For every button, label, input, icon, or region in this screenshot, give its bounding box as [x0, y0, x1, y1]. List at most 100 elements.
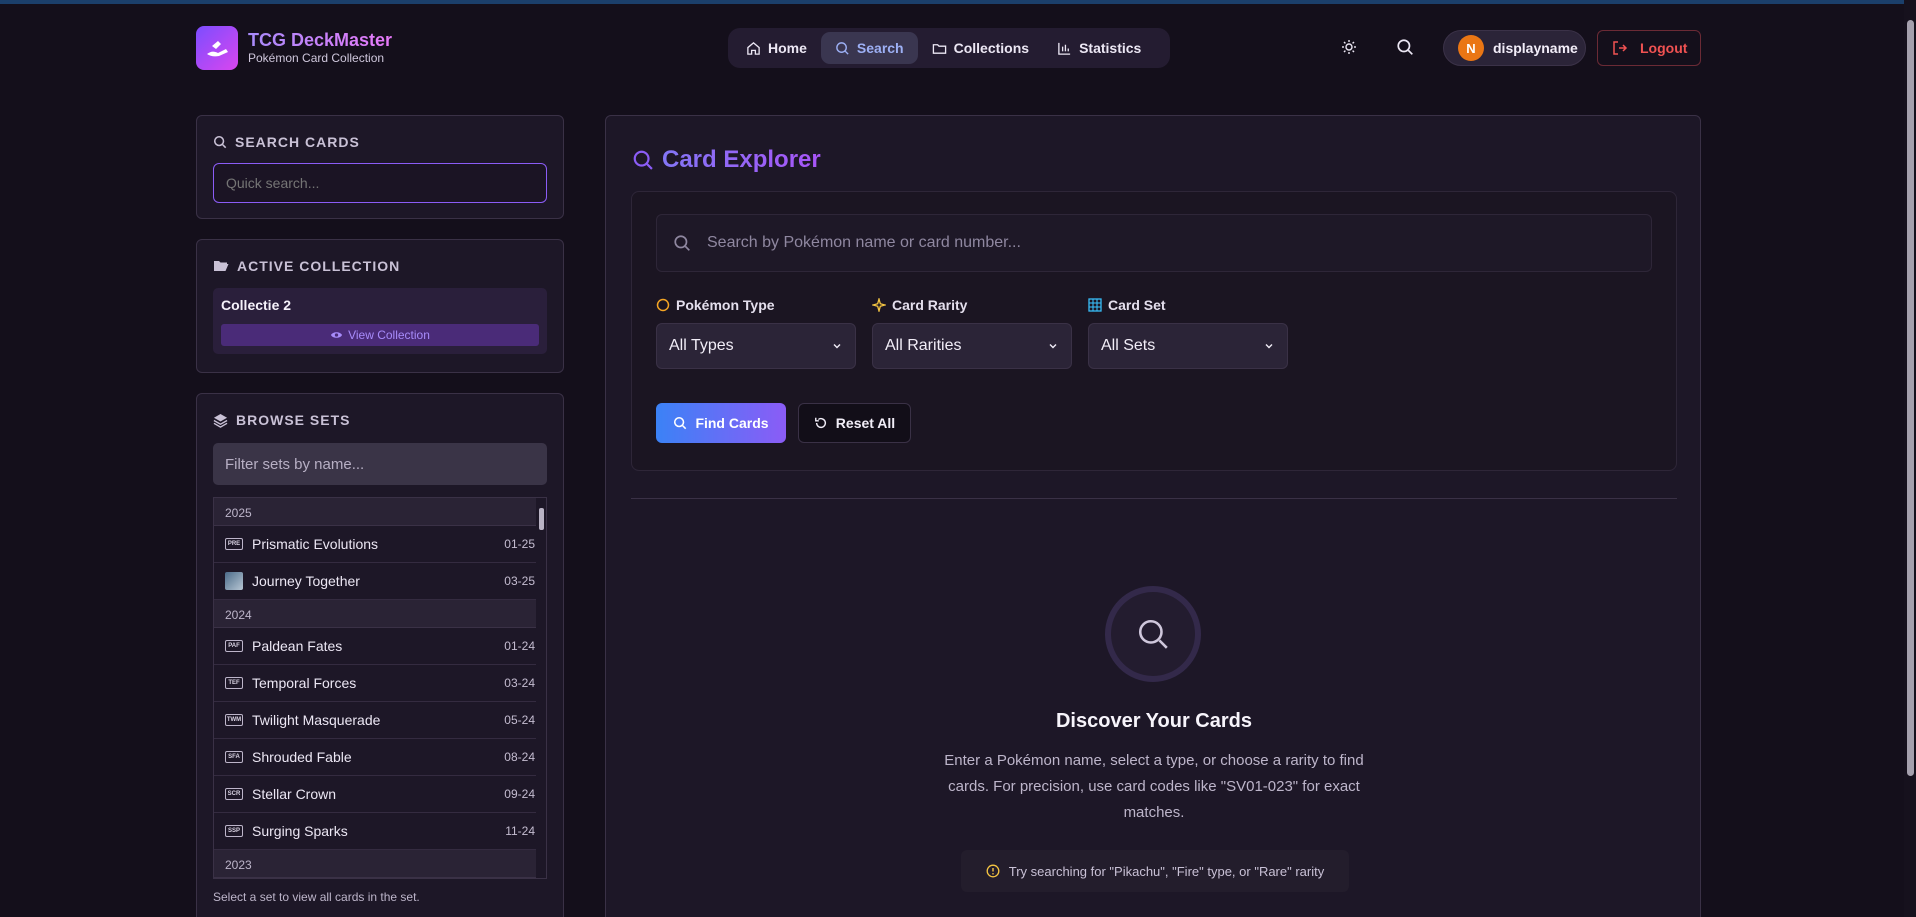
- nav-collections[interactable]: Collections: [918, 32, 1043, 64]
- set-filter-label-text: Card Set: [1108, 297, 1166, 313]
- set-name: Paldean Fates: [252, 638, 343, 654]
- chevron-down-icon: [1049, 344, 1057, 349]
- type-select-value: All Types: [669, 337, 734, 354]
- top-accent-line: [0, 0, 1916, 4]
- logout-icon: [1613, 41, 1628, 55]
- set-year-header: 2024: [214, 600, 546, 628]
- empty-state-icon: [1105, 586, 1201, 682]
- set-date: 08-24: [504, 750, 535, 764]
- search-tip: Try searching for "Pikachu", "Fire" type…: [961, 850, 1349, 892]
- set-select[interactable]: All Sets: [1088, 323, 1288, 369]
- search-cards-panel: SEARCH CARDS: [196, 115, 564, 219]
- set-date: 09-24: [504, 787, 535, 801]
- set-date: 11-24: [505, 824, 535, 838]
- set-item-temporal-forces[interactable]: TEF Temporal Forces 03-24: [214, 665, 546, 702]
- set-date: 03-25: [504, 574, 535, 588]
- set-filter-label: Card Set: [1088, 297, 1288, 313]
- set-item-journey-together[interactable]: Journey Together 03-25: [214, 563, 546, 600]
- page-scrollbar[interactable]: [1904, 0, 1916, 917]
- alert-circle-icon: [986, 864, 1000, 878]
- set-name: Temporal Forces: [252, 675, 357, 691]
- search-tip-text: Try searching for "Pikachu", "Fire" type…: [1008, 863, 1325, 879]
- type-filter-label-text: Pokémon Type: [676, 297, 775, 313]
- set-item-shrouded-fable[interactable]: SFA Shrouded Fable 08-24: [214, 739, 546, 776]
- filter-sets-input[interactable]: Filter sets by name...: [213, 443, 547, 485]
- set-year-header: 2025: [214, 498, 546, 526]
- set-name: Journey Together: [252, 573, 360, 589]
- set-symbol-icon: PRE: [225, 538, 243, 550]
- bar-chart-icon: [1058, 42, 1071, 55]
- nav-search[interactable]: Search: [820, 32, 918, 64]
- logo-icon: [196, 26, 238, 70]
- view-collection-label: View Collection: [348, 328, 430, 342]
- brand-subtitle: Pokémon Card Collection: [248, 51, 385, 65]
- rarity-filter: Card Rarity All Rarities: [872, 297, 1072, 369]
- active-collection-title: ACTIVE COLLECTION: [213, 258, 400, 274]
- rarity-select-value: All Rarities: [885, 337, 962, 354]
- search-icon: [633, 150, 653, 170]
- theme-toggle-button[interactable]: [1336, 34, 1362, 60]
- header-search-button[interactable]: [1392, 34, 1418, 60]
- view-collection-button[interactable]: View Collection: [221, 324, 539, 346]
- set-date: 01-24: [504, 639, 535, 653]
- rarity-filter-label: Card Rarity: [872, 297, 1072, 313]
- search-icon: [674, 235, 690, 251]
- circle-icon: [656, 298, 670, 312]
- nav-statistics-label: Statistics: [1079, 40, 1142, 56]
- active-collection-title-text: ACTIVE COLLECTION: [237, 258, 401, 274]
- set-item-surging-sparks[interactable]: SSP Surging Sparks 11-24: [214, 813, 546, 850]
- logout-button[interactable]: Logout: [1597, 30, 1701, 66]
- search-icon: [674, 416, 687, 430]
- grid-icon: [1088, 298, 1102, 312]
- browse-sets-title-text: BROWSE SETS: [236, 412, 351, 428]
- sparkle-icon: [872, 298, 886, 312]
- folder-icon: [932, 43, 946, 54]
- chevron-down-icon: [1265, 344, 1273, 349]
- type-select[interactable]: All Types: [656, 323, 856, 369]
- active-collection-panel: ACTIVE COLLECTION Collectie 2 View Colle…: [196, 239, 564, 373]
- set-list[interactable]: 2025 PRE Prismatic Evolutions 01-25 Jour…: [213, 497, 547, 879]
- find-cards-label: Find Cards: [695, 415, 769, 431]
- quick-search-input[interactable]: [213, 163, 547, 203]
- set-filter: Card Set All Sets: [1088, 297, 1288, 369]
- rarity-select[interactable]: All Rarities: [872, 323, 1072, 369]
- user-menu[interactable]: N displayname: [1443, 30, 1586, 66]
- set-name: Stellar Crown: [252, 786, 337, 802]
- set-symbol-icon: TWM: [225, 714, 243, 726]
- set-name: Twilight Masquerade: [252, 712, 381, 728]
- page-title-text: Card Explorer: [662, 146, 821, 173]
- search-cards-title: SEARCH CARDS: [213, 134, 360, 150]
- set-item-paldean-fates[interactable]: PAF Paldean Fates 01-24: [214, 628, 546, 665]
- eye-icon: [331, 332, 343, 338]
- brand[interactable]: TCG DeckMaster Pokémon Card Collection: [196, 26, 392, 70]
- set-select-value: All Sets: [1101, 337, 1156, 354]
- nav-home-label: Home: [768, 40, 807, 56]
- username: displayname: [1493, 40, 1578, 56]
- card-search-placeholder: Search by Pokémon name or card number...: [707, 234, 1021, 251]
- search-form: Search by Pokémon name or card number...…: [631, 191, 1677, 471]
- card-explorer-panel: Card Explorer Search by Pokémon name or …: [605, 115, 1701, 917]
- page-title: Card Explorer: [632, 146, 821, 174]
- home-icon: [747, 41, 760, 55]
- set-name: Prismatic Evolutions: [252, 536, 379, 552]
- nav-home[interactable]: Home: [732, 32, 821, 64]
- set-item-stellar-crown[interactable]: SCR Stellar Crown 09-24: [214, 776, 546, 813]
- reset-all-button[interactable]: Reset All: [798, 403, 911, 443]
- set-list-scrollbar[interactable]: [536, 498, 546, 878]
- rarity-filter-label-text: Card Rarity: [892, 297, 968, 313]
- nav-statistics[interactable]: Statistics: [1043, 32, 1155, 64]
- card-search-input[interactable]: Search by Pokémon name or card number...: [656, 214, 1652, 272]
- find-cards-button[interactable]: Find Cards: [656, 403, 786, 443]
- search-icon: [836, 41, 849, 55]
- scroll-thumb[interactable]: [539, 508, 544, 530]
- set-year-header: 2023: [214, 850, 546, 878]
- set-name: Shrouded Fable: [252, 749, 352, 765]
- set-item-twilight-masquerade[interactable]: TWM Twilight Masquerade 05-24: [214, 702, 546, 739]
- page-scroll-thumb[interactable]: [1907, 20, 1914, 776]
- search-icon: [1397, 39, 1413, 55]
- set-symbol-icon: TEF: [225, 677, 243, 689]
- set-item-prismatic-evolutions[interactable]: PRE Prismatic Evolutions 01-25: [214, 526, 546, 563]
- reset-all-label: Reset All: [835, 415, 896, 431]
- brand-title: TCG DeckMaster: [248, 30, 393, 50]
- collection-card: Collectie 2 View Collection: [213, 288, 547, 354]
